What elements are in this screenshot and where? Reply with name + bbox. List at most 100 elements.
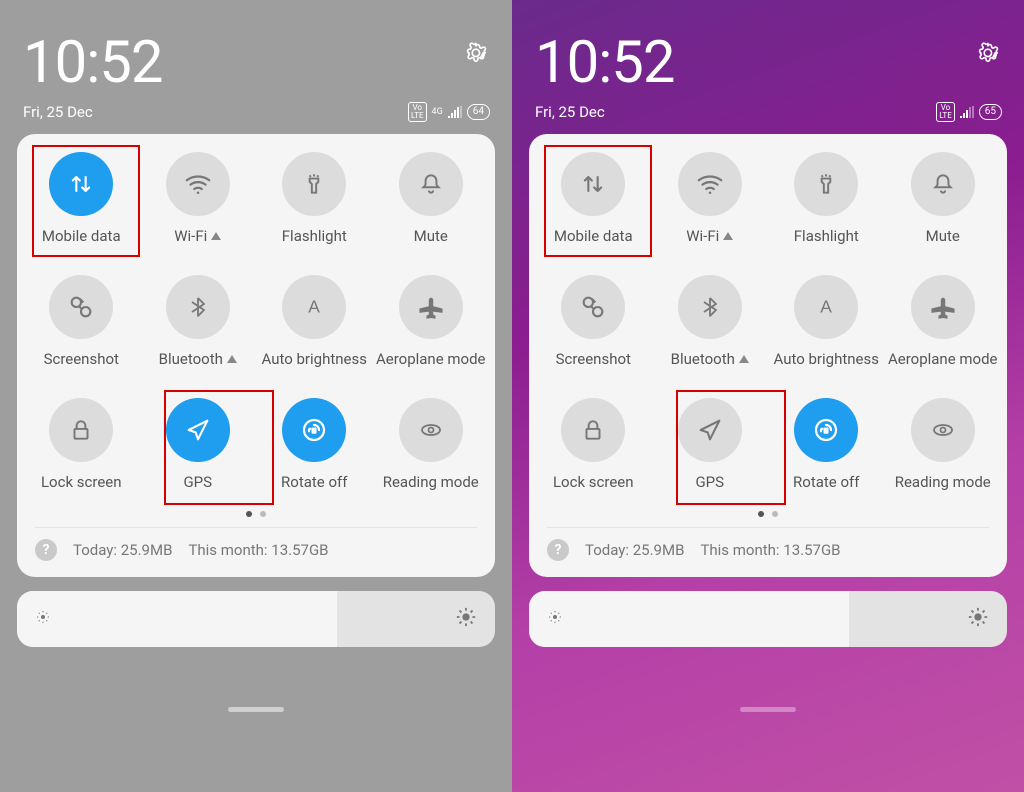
toggle-lock-screen[interactable]: Lock screen	[535, 398, 652, 491]
expand-indicator-icon	[211, 232, 221, 240]
lock-screen-label: Lock screen	[553, 473, 634, 491]
reading-label: Reading mode	[895, 473, 991, 491]
gps-label: GPS	[183, 473, 212, 491]
toggle-reading[interactable]: Reading mode	[373, 398, 490, 491]
toggle-screenshot[interactable]: Screenshot	[535, 275, 652, 368]
reading-label: Reading mode	[383, 473, 479, 491]
toggle-mute[interactable]: Mute	[373, 152, 490, 245]
aeroplane-icon[interactable]	[399, 275, 463, 339]
battery-indicator: 64	[467, 104, 490, 120]
svg-text:A: A	[308, 296, 320, 316]
reading-icon[interactable]	[911, 398, 975, 462]
screenshot-label: Screenshot	[556, 350, 631, 368]
rotate-label: Rotate off	[281, 473, 347, 491]
settings-gear-icon[interactable]	[975, 40, 1001, 70]
toggle-flashlight[interactable]: Flashlight	[256, 152, 373, 245]
toggle-screenshot[interactable]: Screenshot	[23, 275, 140, 368]
expand-indicator-icon	[723, 232, 733, 240]
reading-icon[interactable]	[399, 398, 463, 462]
screenshot-icon[interactable]	[561, 275, 625, 339]
wifi-icon[interactable]	[166, 152, 230, 216]
toggle-auto-brightness[interactable]: AAuto brightness	[768, 275, 885, 368]
wifi-label: Wi-Fi	[686, 227, 733, 245]
toggle-lock-screen[interactable]: Lock screen	[23, 398, 140, 491]
brightness-slider[interactable]	[529, 591, 1007, 647]
mute-icon[interactable]	[911, 152, 975, 216]
drag-handle[interactable]	[228, 707, 284, 712]
toggle-aeroplane[interactable]: Aeroplane mode	[885, 275, 1002, 368]
bluetooth-label: Bluetooth	[671, 350, 749, 368]
toggle-wifi[interactable]: Wi-Fi	[652, 152, 769, 245]
auto-brightness-icon[interactable]: A	[794, 275, 858, 339]
data-usage-row[interactable]: ? Today: 25.9MB This month: 13.57GB	[35, 527, 477, 567]
help-icon: ?	[35, 539, 57, 561]
toggle-aeroplane[interactable]: Aeroplane mode	[373, 275, 490, 368]
status-icons: VoLTE 65	[936, 102, 1002, 122]
quick-settings-panel: Mobile data Wi-Fi Flashlight Mute Screenshot…	[17, 134, 495, 577]
toggle-bluetooth[interactable]: Bluetooth	[140, 275, 257, 368]
expand-indicator-icon	[227, 355, 237, 363]
toggle-wifi[interactable]: Wi-Fi	[140, 152, 257, 245]
lock-screen-icon[interactable]	[49, 398, 113, 462]
mute-icon[interactable]	[399, 152, 463, 216]
brightness-slider[interactable]	[17, 591, 495, 647]
screenshot-icon[interactable]	[49, 275, 113, 339]
signal-icon	[448, 106, 462, 118]
aeroplane-icon[interactable]	[911, 275, 975, 339]
wifi-icon[interactable]	[678, 152, 742, 216]
lock-screen-icon[interactable]	[561, 398, 625, 462]
mobile-data-label: Mobile data	[42, 227, 121, 245]
brightness-low-icon	[547, 609, 563, 629]
gps-icon[interactable]	[678, 398, 742, 462]
toggle-auto-brightness[interactable]: A Auto brightness	[256, 275, 373, 368]
rotate-label: Rotate off	[793, 473, 859, 491]
toggle-mobile-data[interactable]: Mobile data	[23, 152, 140, 245]
toggle-mobile-data[interactable]: Mobile data	[535, 152, 652, 245]
volte-icon: VoLTE	[408, 102, 427, 122]
toggle-gps[interactable]: GPS	[140, 398, 257, 491]
dot-2	[772, 511, 778, 517]
data-usage-row[interactable]: ? Today: 25.9MB This month: 13.57GB	[547, 527, 989, 567]
screenshot-label: Screenshot	[44, 350, 119, 368]
toggle-reading[interactable]: Reading mode	[885, 398, 1002, 491]
drag-handle[interactable]	[740, 707, 796, 712]
flashlight-icon[interactable]	[794, 152, 858, 216]
toggle-flashlight[interactable]: Flashlight	[768, 152, 885, 245]
mute-label: Mute	[414, 227, 448, 245]
flashlight-label: Flashlight	[282, 227, 347, 245]
date-label: Fri, 25 Dec	[535, 103, 605, 121]
mobile-data-icon[interactable]	[561, 152, 625, 216]
rotate-icon[interactable]	[794, 398, 858, 462]
auto-brightness-label: Auto brightness	[262, 350, 367, 368]
toggle-gps[interactable]: GPS	[652, 398, 769, 491]
aeroplane-label: Aeroplane mode	[376, 350, 486, 368]
rotate-icon[interactable]	[282, 398, 346, 462]
signal-icon	[960, 106, 974, 118]
volte-icon: VoLTE	[936, 102, 955, 122]
mobile-data-icon[interactable]	[49, 152, 113, 216]
quick-settings-panel: Mobile data Wi-Fi Flashlight Mute Screenshot…	[529, 134, 1007, 577]
toggle-rotate[interactable]: Rotate off	[256, 398, 373, 491]
battery-indicator: 65	[979, 104, 1002, 120]
gps-icon[interactable]	[166, 398, 230, 462]
page-dots	[23, 511, 489, 517]
wifi-label: Wi-Fi	[174, 227, 221, 245]
dot-1	[246, 511, 252, 517]
usage-month: This month: 13.57GB	[700, 541, 840, 559]
notification-shade-right: 10:52 Fri, 25 Dec VoLTE 65 Mobile data Wi…	[512, 0, 1024, 792]
bluetooth-icon[interactable]	[678, 275, 742, 339]
lock-screen-label: Lock screen	[41, 473, 122, 491]
date-label: Fri, 25 Dec	[23, 103, 93, 121]
auto-brightness-icon[interactable]: A	[282, 275, 346, 339]
clock: 10:52	[535, 34, 674, 92]
bluetooth-icon[interactable]	[166, 275, 230, 339]
mobile-data-label: Mobile data	[554, 227, 633, 245]
settings-gear-icon[interactable]	[463, 40, 489, 70]
expand-indicator-icon	[739, 355, 749, 363]
flashlight-label: Flashlight	[794, 227, 859, 245]
toggle-rotate[interactable]: Rotate off	[768, 398, 885, 491]
toggle-mute[interactable]: Mute	[885, 152, 1002, 245]
flashlight-icon[interactable]	[282, 152, 346, 216]
gps-label: GPS	[695, 473, 724, 491]
toggle-bluetooth[interactable]: Bluetooth	[652, 275, 769, 368]
